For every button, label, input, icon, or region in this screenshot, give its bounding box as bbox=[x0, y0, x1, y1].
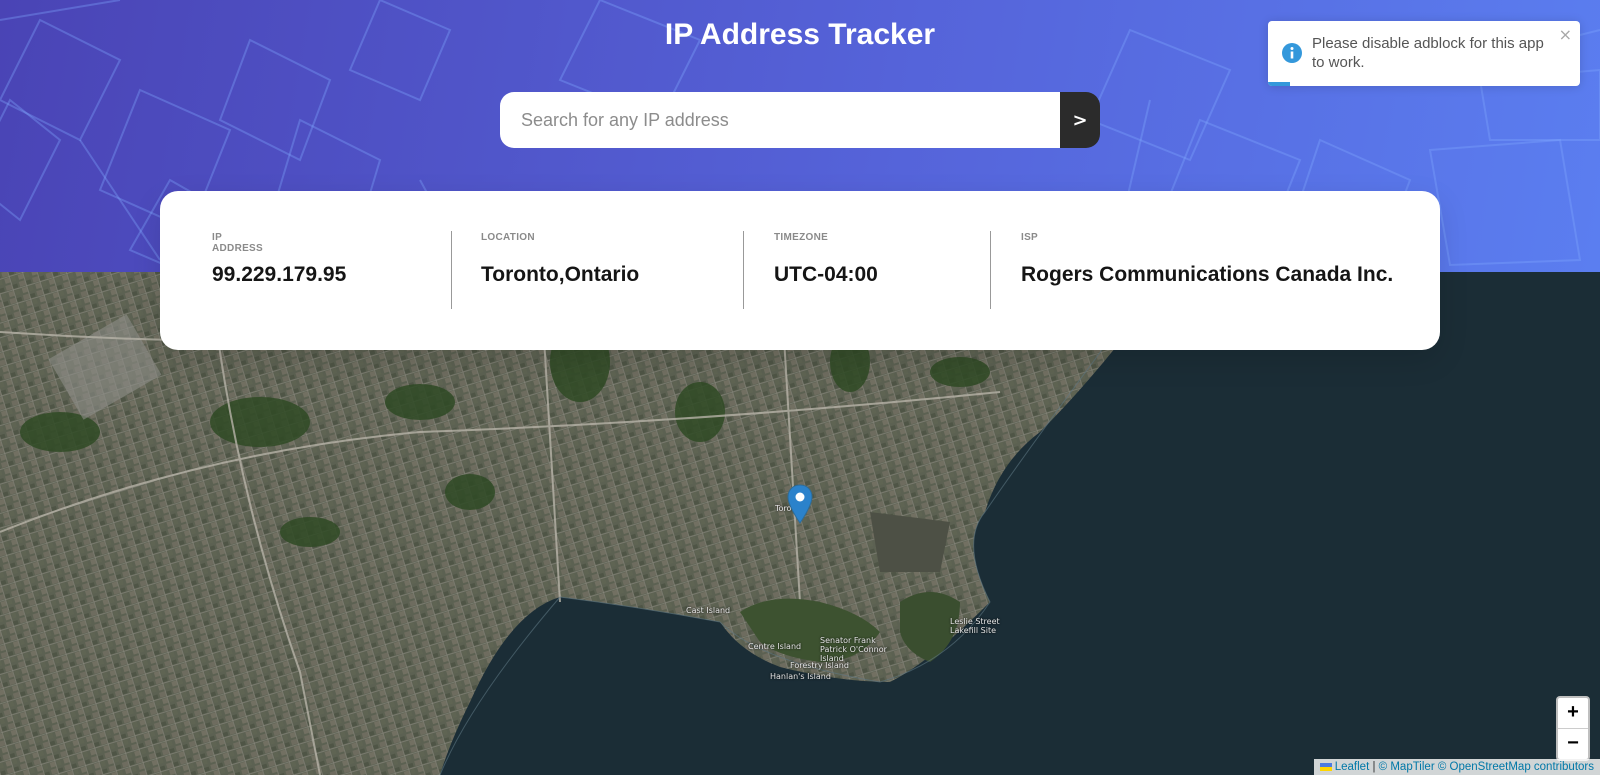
toast-progress-bar bbox=[1268, 82, 1290, 86]
map-attribution: Leaflet | © MapTiler © OpenStreetMap con… bbox=[1313, 759, 1600, 775]
ukraine-flag-icon bbox=[1319, 762, 1332, 771]
timezone-value: UTC-04:00 bbox=[774, 263, 878, 286]
search-input[interactable] bbox=[500, 92, 1060, 148]
search-submit-button[interactable]: > bbox=[1060, 92, 1100, 148]
timezone-label: TIMEZONE bbox=[774, 232, 829, 243]
map-pin-icon[interactable] bbox=[787, 484, 813, 524]
toast-message: Please disable adblock for this app to w… bbox=[1312, 35, 1544, 71]
divider bbox=[990, 231, 991, 309]
map-label-forestry-island: Forestry Island bbox=[790, 661, 849, 670]
ip-address-value: 99.229.179.95 bbox=[212, 263, 347, 286]
toast-close-button[interactable]: × bbox=[1559, 25, 1572, 44]
map-label-leslie-street: Leslie Street Lakefill Site bbox=[950, 617, 1000, 635]
ip-address-label: IP ADDRESS bbox=[212, 232, 263, 254]
map-label-hanlans-island: Hanlan's Island bbox=[770, 672, 831, 681]
isp-value: Rogers Communications Canada Inc. bbox=[1021, 263, 1394, 286]
divider bbox=[743, 231, 744, 309]
location-value: Toronto,Ontario bbox=[481, 263, 640, 286]
zoom-control: + − bbox=[1556, 696, 1590, 761]
osm-link[interactable]: © OpenStreetMap contributors bbox=[1438, 761, 1594, 773]
maptiler-link[interactable]: © MapTiler bbox=[1379, 761, 1435, 773]
info-icon bbox=[1282, 43, 1302, 63]
adblock-toast: Please disable adblock for this app to w… bbox=[1268, 21, 1580, 86]
ip-info-card: IP ADDRESS 99.229.179.95 LOCATION Toront… bbox=[160, 191, 1440, 350]
zoom-out-button[interactable]: − bbox=[1558, 729, 1588, 759]
map-label-centre-island: Centre Island bbox=[748, 642, 802, 651]
isp-label: ISP bbox=[1021, 232, 1039, 243]
leaflet-link[interactable]: Leaflet bbox=[1335, 761, 1370, 773]
divider bbox=[451, 231, 452, 309]
search-bar: > bbox=[500, 92, 1100, 148]
location-label: LOCATION bbox=[481, 232, 535, 243]
zoom-in-button[interactable]: + bbox=[1558, 698, 1588, 729]
map-label-cast-island: Cast Island bbox=[686, 606, 731, 615]
map-label-oconnor-island: Senator Frank Patrick O'Connor Island bbox=[820, 636, 887, 663]
